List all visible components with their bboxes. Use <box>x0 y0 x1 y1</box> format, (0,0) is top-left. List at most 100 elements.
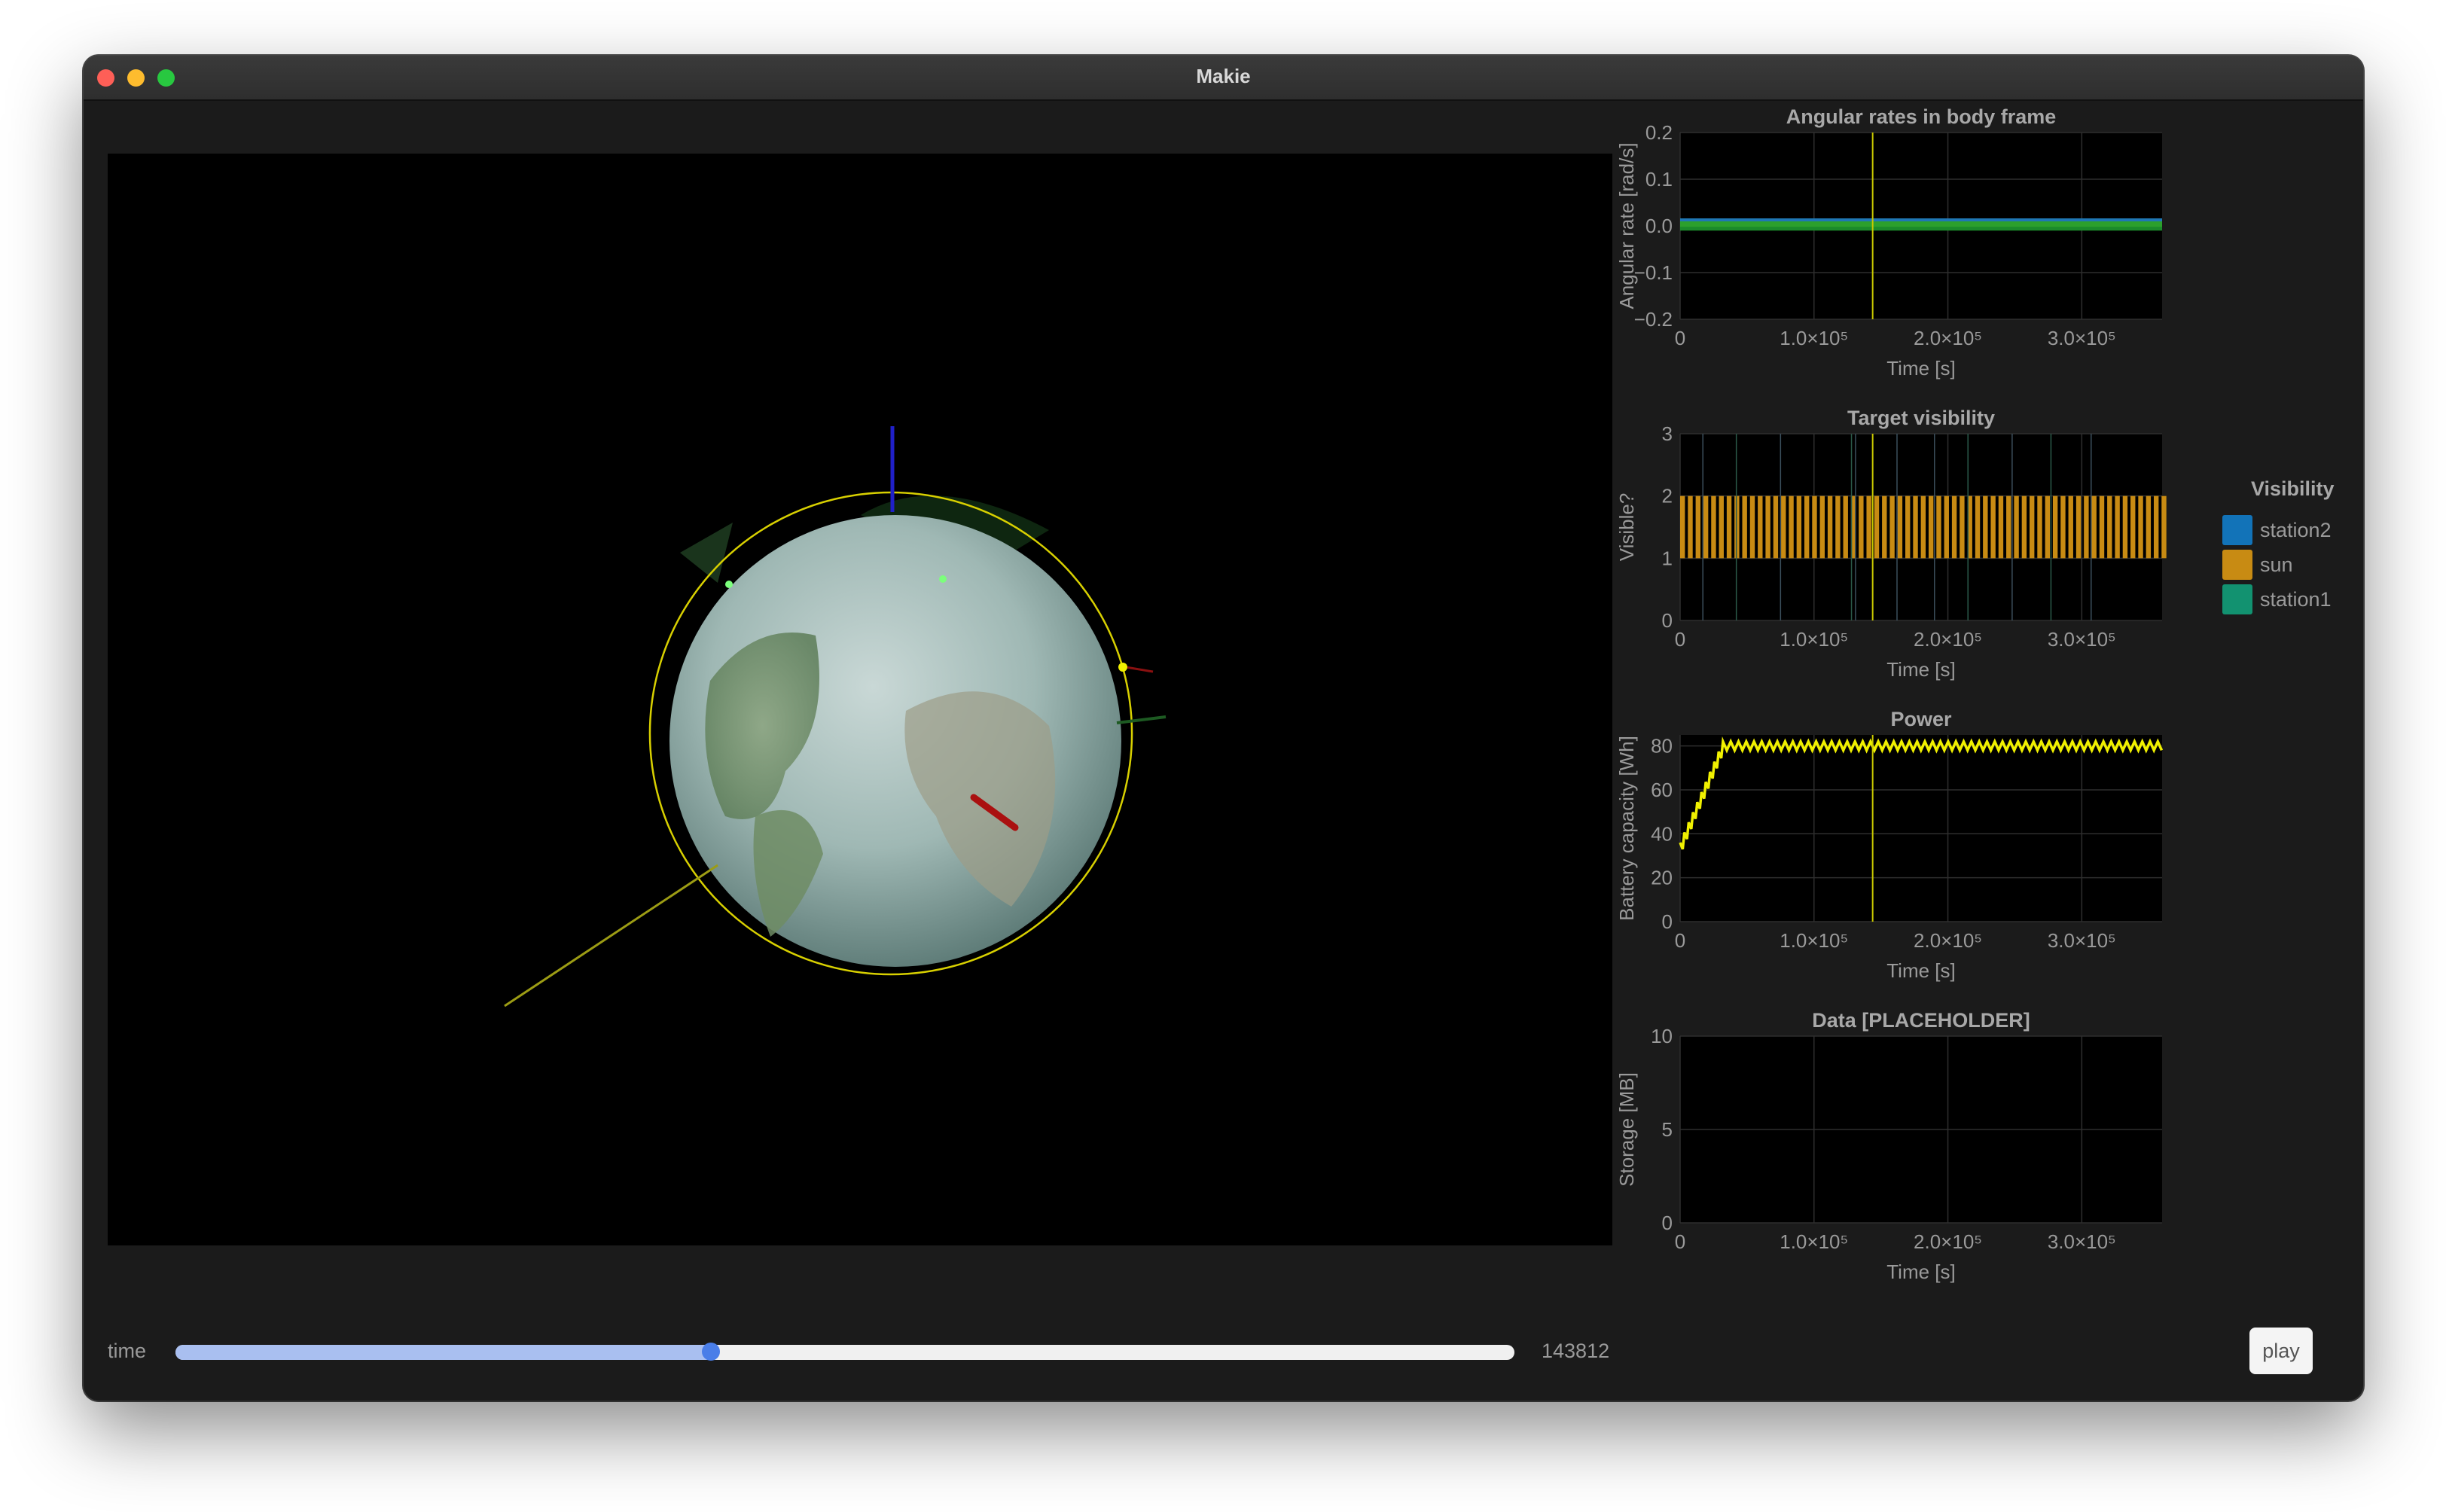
y-axis-label: Visible? <box>1615 493 1638 562</box>
sun-visibility-bar <box>1742 495 1747 559</box>
y-tick-label: 2 <box>1662 485 1673 508</box>
sun-visibility-bar <box>1920 495 1926 559</box>
time-slider-fill <box>175 1345 712 1360</box>
x-tick-label: 2.0×10⁵ <box>1914 327 1982 349</box>
sun-visibility-bar <box>1781 495 1786 559</box>
y-tick-label: 1 <box>1662 547 1673 569</box>
target-visibility-chart[interactable]: 0 1.0×10⁵ 2.0×10⁵ 3.0×10⁵ 0 1 2 3 Target visibil… <box>1608 402 2301 696</box>
time-slider-track[interactable] <box>175 1345 1514 1360</box>
sun-visibility-bar <box>1975 495 1981 559</box>
play-button[interactable]: play <box>2249 1328 2313 1374</box>
sun-visibility-bar <box>1789 495 1794 559</box>
y-axis-label: Storage [MB] <box>1615 1072 1638 1187</box>
y-tick-label: 10 <box>1651 1025 1673 1047</box>
sun-visibility-bar <box>1726 495 1732 559</box>
sun-visibility-bar <box>1897 495 1903 559</box>
sun-visibility-bar <box>2099 495 2105 559</box>
x-axis-label: Time [s] <box>1886 1261 1955 1283</box>
sun-visibility-bar <box>1812 495 1817 559</box>
time-value: 143812 <box>1542 1340 1610 1362</box>
x-tick-label: 2.0×10⁵ <box>1914 1230 1982 1253</box>
legend-item-sun: sun <box>2222 547 2363 582</box>
sun-vector <box>504 864 718 1007</box>
y-tick-label: 0 <box>1662 609 1673 632</box>
y-tick-label: 40 <box>1651 822 1673 845</box>
sun-visibility-bar <box>2122 495 2128 559</box>
legend-swatch <box>2222 550 2252 580</box>
sun-visibility-bar <box>1998 495 2004 559</box>
legend-title: Visibility <box>2251 477 2335 500</box>
sun-visibility-bar <box>1882 495 1887 559</box>
sun-visibility-bar <box>1983 495 1988 559</box>
y-tick-label: 80 <box>1651 735 1673 758</box>
satellite-marker <box>1118 663 1127 672</box>
chart-svg: 0 1.0×10⁵ 2.0×10⁵ 3.0×10⁵ 0 5 10 Data [PLACEHOL… <box>1615 1009 2162 1283</box>
legend-label: station1 <box>2260 587 2332 611</box>
y-axis-label: Angular rate [rad/s] <box>1615 142 1638 309</box>
x-tick-label: 3.0×10⁵ <box>2048 628 2116 651</box>
y-tick-label: 0 <box>1662 910 1673 933</box>
sun-visibility-bar <box>2091 495 2097 559</box>
chart-title: Power <box>1890 708 1952 730</box>
sun-visibility-bar <box>1874 495 1880 559</box>
sun-visibility-bar <box>1905 495 1911 559</box>
x-tick-label: 0 <box>1675 628 1685 651</box>
sun-visibility-bar <box>1749 495 1755 559</box>
legend-label: station2 <box>2260 518 2332 541</box>
x-tick-label: 2.0×10⁵ <box>1914 929 1982 952</box>
x-tick-label: 1.0×10⁵ <box>1780 929 1848 952</box>
sun-visibility-bar <box>2146 495 2152 559</box>
chart-svg: 0 1.0×10⁵ 2.0×10⁵ 3.0×10⁵ 0 20 40 60 80 Power Time… <box>1615 708 2164 982</box>
sun-visibility-bar <box>1773 495 1779 559</box>
sensor-cone <box>680 523 733 583</box>
sun-visibility-bar <box>1866 495 1871 559</box>
sun-visibility-bar <box>1944 495 1949 559</box>
y-tick-label: 0.1 <box>1645 168 1673 191</box>
x-tick-label: 0 <box>1675 929 1685 952</box>
sun-visibility-bar <box>2107 495 2112 559</box>
data-storage-chart[interactable]: 0 1.0×10⁵ 2.0×10⁵ 3.0×10⁵ 0 5 10 Data [PLACEHOL… <box>1608 1004 2301 1298</box>
sun-visibility-bar <box>1960 495 1965 559</box>
sun-visibility-bar <box>2030 495 2035 559</box>
y-tick-label: 20 <box>1651 867 1673 889</box>
ground-station-marker <box>939 575 947 583</box>
app-window: Makie 0 1.0×10⁵ 2.0×10⁵ 3.0×10⁵ −0.2 −0.… <box>84 56 2363 1401</box>
y-tick-label: 5 <box>1662 1118 1673 1141</box>
sun-visibility-bar <box>1990 495 1996 559</box>
x-axis-label: Time [s] <box>1886 959 1955 982</box>
x-tick-label: 0 <box>1675 1230 1685 1253</box>
sun-visibility-bar <box>1688 495 1693 559</box>
y-tick-label: 0.0 <box>1645 215 1673 237</box>
sun-visibility-bar <box>2060 495 2066 559</box>
sun-visibility-bar <box>1680 495 1685 559</box>
y-tick-label: 3 <box>1662 422 1673 445</box>
legend-item-station1: station1 <box>2222 582 2363 617</box>
sun-visibility-bar <box>2045 495 2051 559</box>
sun-visibility-bar <box>1859 495 1864 559</box>
y-tick-label: −0.1 <box>1634 261 1673 284</box>
sun-visibility-bar <box>1719 495 1724 559</box>
x-tick-label: 1.0×10⁵ <box>1780 628 1848 651</box>
legend-label: sun <box>2260 553 2293 576</box>
chart-svg: 0 1.0×10⁵ 2.0×10⁵ 3.0×10⁵ −0.2 −0.1 0.0 0.1 0.2 A… <box>1615 105 2162 380</box>
earth-scene <box>504 426 1167 1007</box>
sun-visibility-bar <box>2161 495 2167 559</box>
plot-area <box>1680 735 2162 922</box>
sun-visibility-bar <box>1804 495 1810 559</box>
time-slider-handle[interactable] <box>702 1343 721 1361</box>
3d-scene-viewport[interactable] <box>108 154 1612 1245</box>
angular-rates-chart[interactable]: 0 1.0×10⁵ 2.0×10⁵ 3.0×10⁵ −0.2 −0.1 0.0 0.1 0.2 A… <box>1608 101 2301 395</box>
x-tick-label: 3.0×10⁵ <box>2048 1230 2116 1253</box>
sun-visibility-bar <box>2068 495 2073 559</box>
sun-visibility-bar <box>1711 495 1716 559</box>
x-axis-label: Time [s] <box>1886 357 1955 380</box>
y-tick-label: 0 <box>1662 1212 1673 1234</box>
sun-visibility-bar <box>1695 495 1701 559</box>
sun-visibility-bar <box>2130 495 2136 559</box>
x-tick-label: 2.0×10⁵ <box>1914 628 1982 651</box>
sun-visibility-bar <box>2075 495 2082 559</box>
x-tick-label: 0 <box>1675 327 1685 349</box>
power-chart[interactable]: 0 1.0×10⁵ 2.0×10⁵ 3.0×10⁵ 0 20 40 60 80 Power Time… <box>1608 703 2301 997</box>
satellite-x-axis <box>1125 666 1154 673</box>
sun-visibility-bar <box>2153 495 2159 559</box>
